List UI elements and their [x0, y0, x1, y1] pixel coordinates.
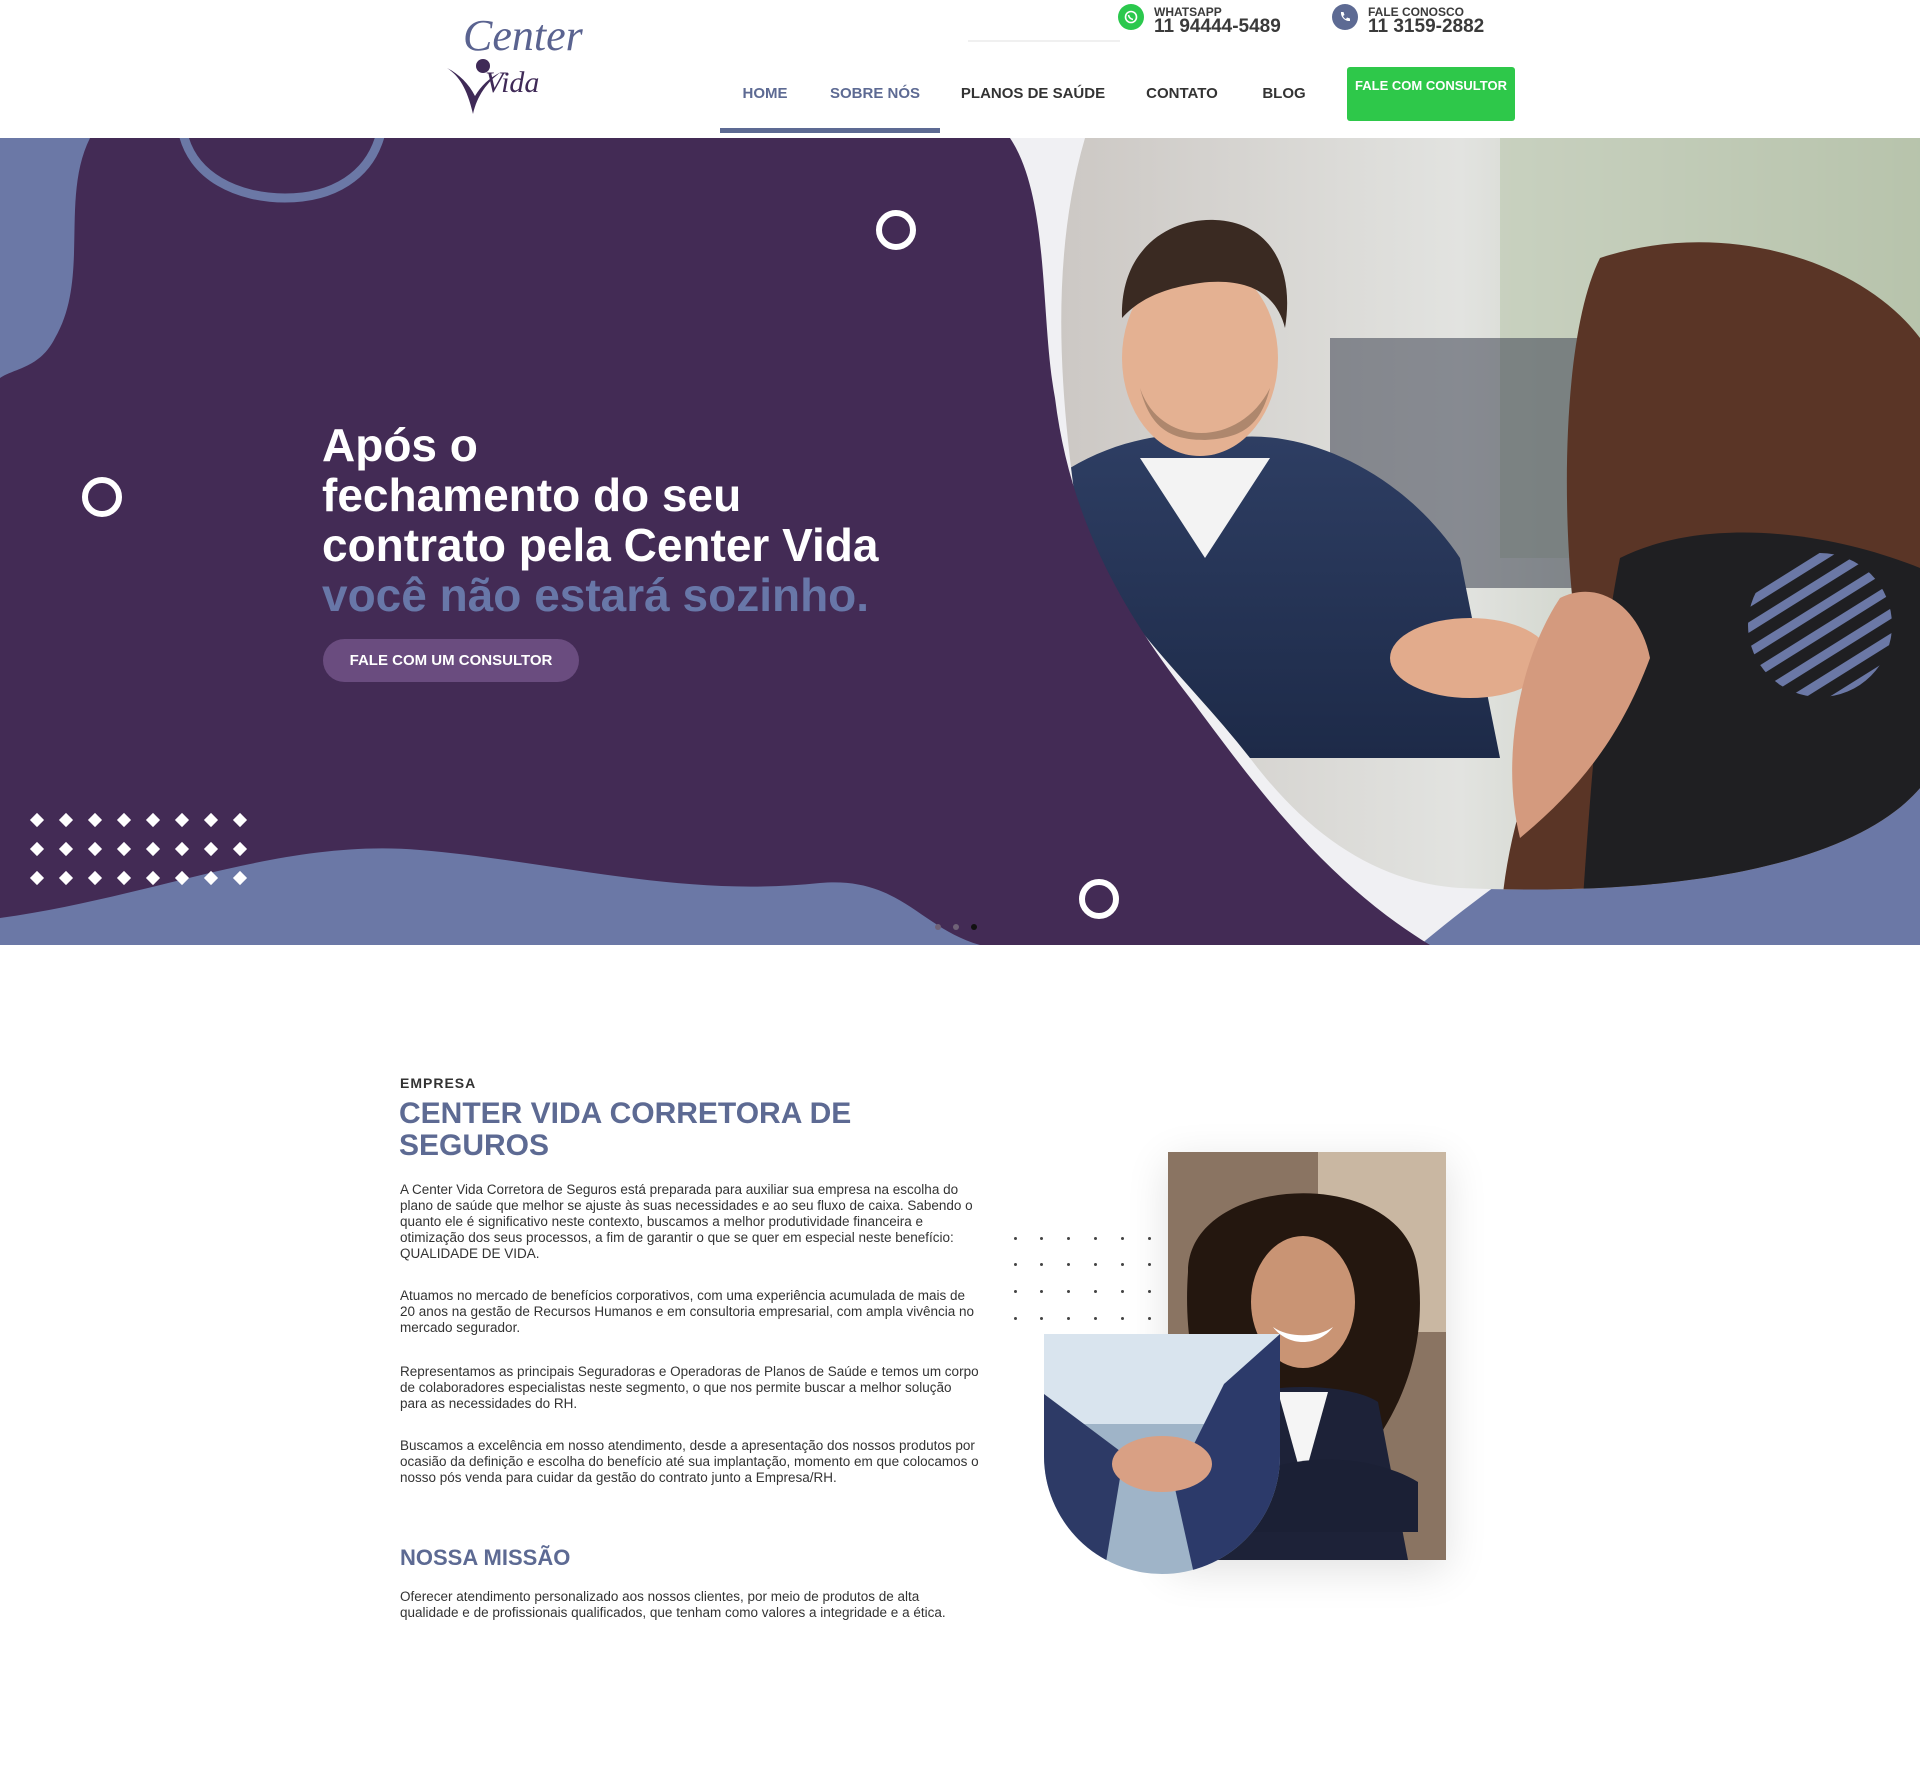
slider-dot-active[interactable]	[971, 924, 977, 930]
handshake-photo	[1044, 1334, 1280, 1574]
diamond-grid-decoration	[29, 812, 260, 893]
nav-planos-de-saude[interactable]: PLANOS DE SAÚDE	[952, 54, 1114, 134]
phone-number[interactable]: 11 3159-2882	[1368, 16, 1484, 38]
nav-contato[interactable]: CONTATO	[1132, 54, 1232, 134]
fale-com-um-consultor-button[interactable]: FALE COM UM CONSULTOR	[323, 639, 579, 682]
fale-com-consultor-button[interactable]: FALE COM CONSULTOR	[1347, 67, 1515, 121]
phone-icon	[1332, 4, 1358, 30]
nav-active-indicator	[720, 128, 940, 133]
nav-sobre-nos[interactable]: SOBRE NÓS	[812, 54, 938, 134]
center-vida-logo[interactable]: Center Vida	[445, 8, 583, 123]
hero-title-line: contrato pela Center Vida	[322, 519, 879, 571]
hero-title-highlight: você não estará sozinho.	[322, 569, 870, 621]
mission-title: NOSSA MISSÃO	[400, 1545, 571, 1570]
about-title: CENTER VIDA CORRETORA DE SEGUROS	[399, 1097, 852, 1162]
mission-text: Oferecer atendimento personalizado aos n…	[400, 1589, 946, 1620]
ring-decoration	[82, 477, 122, 517]
hero-title-line: Após o	[322, 419, 478, 471]
nav-home[interactable]: HOME	[720, 54, 810, 134]
section-eyebrow: EMPRESA	[400, 1075, 477, 1091]
logo-text-vida: Vida	[485, 66, 540, 99]
phone-contact[interactable]: FALE CONOSCO 11 3159-2882	[1332, 4, 1522, 38]
header-divider	[968, 40, 1120, 42]
whatsapp-contact[interactable]: WHATSAPP 11 94444-5489	[1118, 4, 1308, 38]
nav-blog[interactable]: BLOG	[1248, 54, 1320, 134]
hero-title: Após o fechamento do seu contrato pela C…	[322, 420, 1022, 620]
about-paragraph: Atuamos no mercado de benefícios corpora…	[400, 1288, 975, 1335]
hero-title-line: fechamento do seu	[322, 469, 742, 521]
about-paragraph: Buscamos a excelência em nosso atendimen…	[400, 1438, 979, 1485]
site-header: Center Vida WHATSAPP 11 94444-5489 FALE …	[0, 0, 1920, 138]
hero-slider: Após o fechamento do seu contrato pela C…	[0, 138, 1920, 945]
slider-dot[interactable]	[953, 924, 959, 930]
ring-decoration	[876, 210, 916, 250]
slider-dot[interactable]	[935, 924, 941, 930]
about-paragraph: A Center Vida Corretora de Seguros está …	[400, 1182, 973, 1261]
about-paragraph: Representamos as principais Seguradoras …	[400, 1364, 979, 1411]
whatsapp-number[interactable]: 11 94444-5489	[1154, 16, 1281, 38]
about-section: EMPRESA CENTER VIDA CORRETORA DE SEGUROS…	[0, 945, 1920, 1778]
whatsapp-icon	[1118, 4, 1144, 30]
ring-decoration	[1079, 879, 1119, 919]
